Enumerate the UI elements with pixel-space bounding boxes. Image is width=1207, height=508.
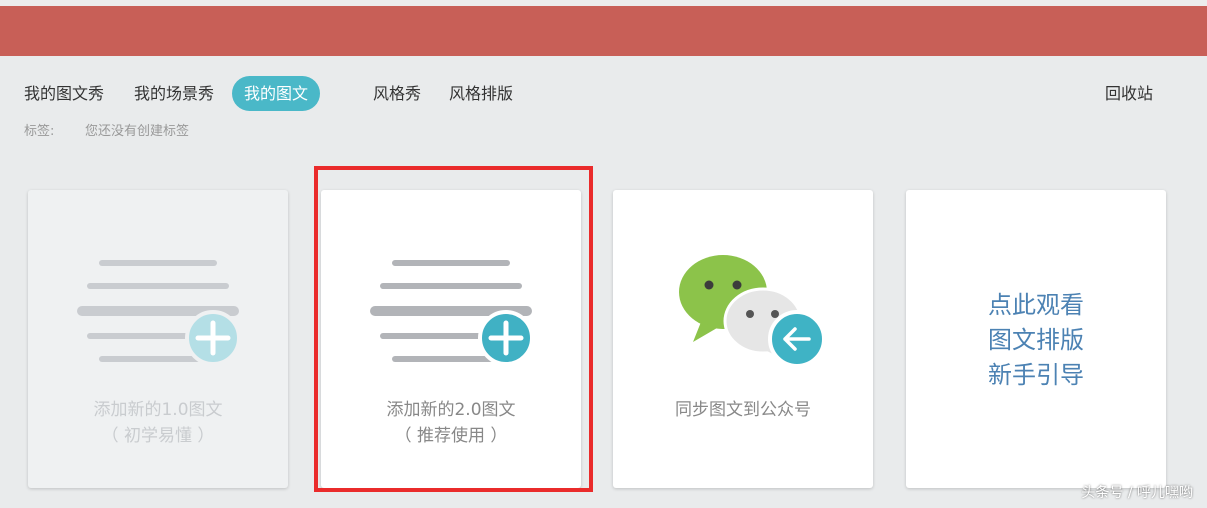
recycle-bin-link[interactable]: 回收站 [1105, 76, 1153, 111]
card-subtitle: （ 推荐使用 ） [394, 426, 508, 446]
tab-style-layout[interactable]: 风格排版 [449, 76, 513, 111]
watermark: 头条号 / 呼儿嘿哟 [1081, 485, 1193, 501]
card-subtitle: （ 初学易懂 ） [101, 426, 215, 446]
tab-my-graphics[interactable]: 我的图文 [232, 76, 321, 111]
tags-empty-text: 您还没有创建标签 [85, 124, 190, 139]
tab-my-graphic-show[interactable]: 我的图文秀 [24, 76, 104, 111]
tab-my-scene-show[interactable]: 我的场景秀 [134, 76, 214, 111]
add-graphic-v2-card[interactable]: 添加新的2.0图文 （ 推荐使用 ） [321, 190, 581, 488]
add-graphic-v1-card[interactable]: 添加新的1.0图文 （ 初学易懂 ） [28, 190, 288, 488]
guide-text[interactable]: 点此观看 图文排版 新手引导 [906, 288, 1166, 393]
card-title: 添加新的1.0图文 [93, 400, 223, 420]
tab-bar: 我的图文秀 我的场景秀 我的图文 风格秀 风格排版 回收站 [24, 76, 1204, 112]
sync-to-official-account-card[interactable]: 同步图文到公众号 [613, 190, 873, 488]
tags-row: 标签: 您还没有创建标签 [24, 120, 189, 139]
wechat-sync-icon [679, 255, 826, 368]
top-banner [0, 6, 1207, 56]
guide-line: 图文排版 [988, 326, 1084, 354]
card-title: 添加新的2.0图文 [386, 400, 516, 420]
card-title: 同步图文到公众号 [675, 400, 811, 420]
guide-line: 新手引导 [988, 361, 1084, 389]
tags-label: 标签: [24, 124, 55, 139]
guide-line: 点此观看 [988, 291, 1084, 319]
layout-guide-card[interactable]: 点此观看 图文排版 新手引导 [906, 190, 1166, 488]
tab-style-show[interactable]: 风格秀 [373, 76, 421, 111]
